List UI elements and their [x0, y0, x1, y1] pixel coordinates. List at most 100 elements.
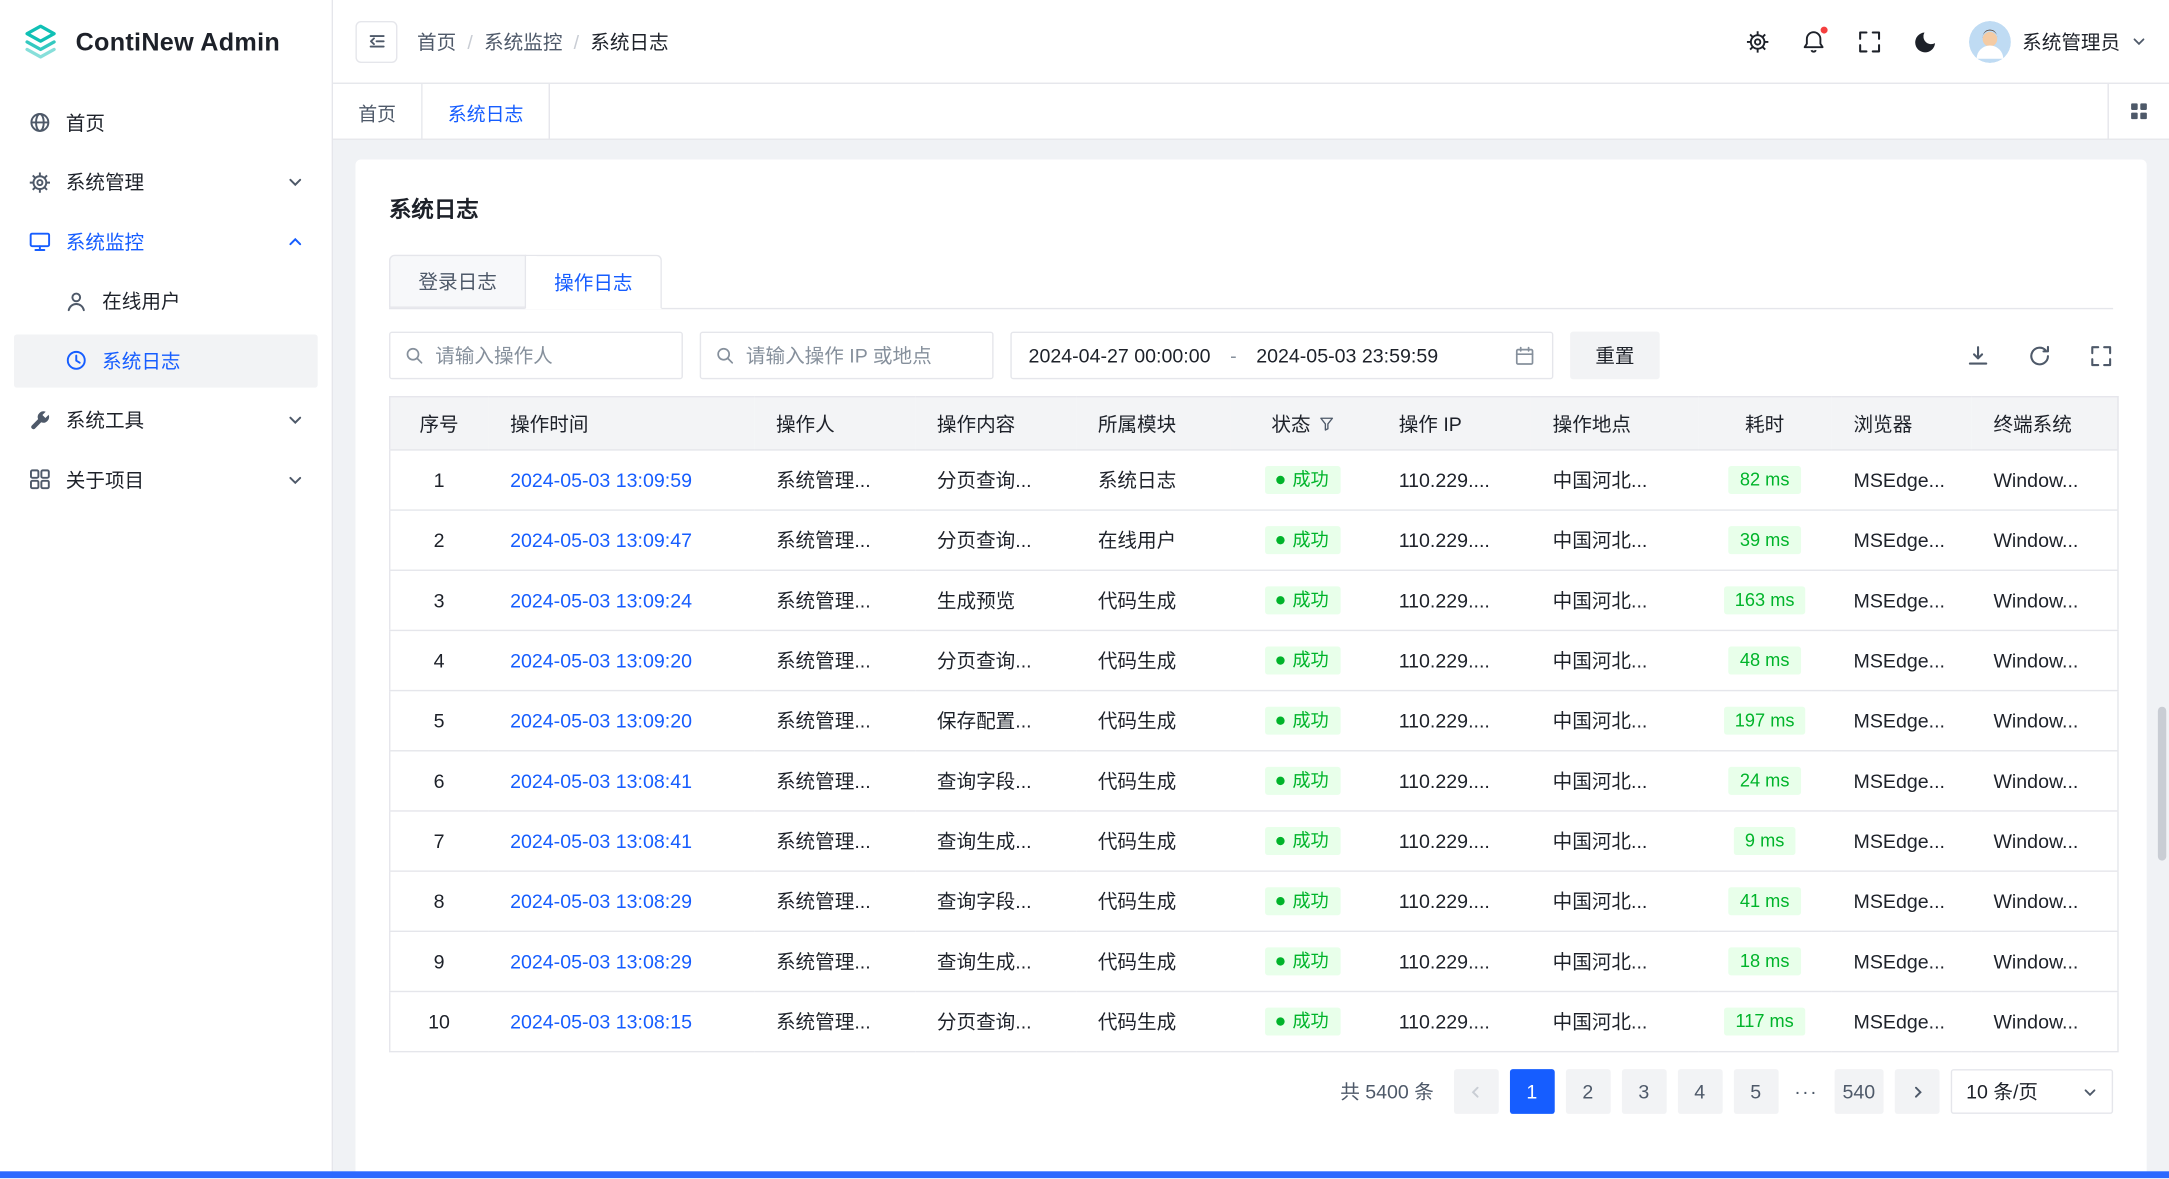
duration-badge: 48 ms — [1729, 646, 1801, 675]
notification-dot — [1819, 24, 1829, 34]
time-link[interactable]: 2024-05-03 13:08:29 — [510, 890, 692, 912]
cell-browser: MSEdge... — [1831, 811, 1971, 871]
pagination-page-3[interactable]: 3 — [1621, 1069, 1666, 1114]
pagination-ellipsis[interactable]: ··· — [1789, 1080, 1823, 1102]
topbar: 首页 / 系统监控 / 系统日志 — [333, 0, 2169, 84]
time-link[interactable]: 2024-05-03 13:09:20 — [510, 649, 692, 671]
cell-browser: MSEdge... — [1831, 450, 1971, 510]
table-row: 7 2024-05-03 13:08:41 系统管理... 查询生成... 代码… — [390, 811, 2118, 871]
filter-funnel-icon[interactable] — [1318, 415, 1335, 432]
apps-icon — [28, 467, 52, 491]
operator-search-input[interactable] — [435, 344, 667, 366]
cell-status: 成功 — [1229, 871, 1376, 931]
tab-operation-logs[interactable]: 操作日志 — [525, 255, 662, 310]
filter-bar: 2024-04-27 00:00:00 - 2024-05-03 23:59:5… — [389, 332, 2113, 380]
duration-badge: 18 ms — [1729, 947, 1801, 976]
status-dot-icon — [1277, 777, 1285, 785]
breadcrumb-item-monitor[interactable]: 系统监控 — [484, 27, 562, 55]
page-tab-home[interactable]: 首页 — [333, 84, 423, 139]
scrollbar-thumb[interactable] — [2158, 707, 2166, 861]
status-dot-icon — [1277, 837, 1285, 845]
time-link[interactable]: 2024-05-03 13:09:47 — [510, 529, 692, 551]
sidebar-item-system-tools[interactable]: 系统工具 — [14, 393, 318, 446]
duration-badge: 82 ms — [1729, 466, 1801, 495]
chevron-down-icon — [287, 411, 304, 428]
duration-badge: 9 ms — [1734, 827, 1796, 856]
cell-operator: 系统管理... — [754, 570, 915, 630]
time-link[interactable]: 2024-05-03 13:08:41 — [510, 770, 692, 792]
time-link[interactable]: 2024-05-03 13:08:15 — [510, 1010, 692, 1032]
fullscreen-icon[interactable] — [1857, 29, 1882, 54]
cell-time: 2024-05-03 13:09:20 — [488, 691, 754, 751]
notifications-bell-icon[interactable] — [1801, 29, 1826, 54]
monitor-icon — [28, 230, 52, 254]
ip-search-input[interactable] — [746, 344, 978, 366]
col-operator: 操作人 — [754, 397, 915, 450]
breadcrumb-item-home[interactable]: 首页 — [417, 27, 456, 55]
cell-ip: 110.229.... — [1376, 570, 1530, 630]
cell-os: Window... — [1971, 691, 2118, 751]
expand-icon[interactable] — [2089, 344, 2113, 368]
cell-browser: MSEdge... — [1831, 691, 1971, 751]
cell-index: 6 — [390, 751, 488, 811]
col-content: 操作内容 — [915, 397, 1076, 450]
sidebar-item-about-project[interactable]: 关于项目 — [14, 453, 318, 506]
col-ip: 操作 IP — [1376, 397, 1530, 450]
refresh-icon[interactable] — [2028, 344, 2052, 368]
operator-search-field[interactable] — [389, 332, 683, 380]
pagination-prev-button[interactable] — [1453, 1069, 1498, 1114]
cell-os: Window... — [1971, 871, 2118, 931]
user-menu[interactable]: 系统管理员 — [1969, 20, 2147, 62]
col-module: 所属模块 — [1075, 397, 1229, 450]
page-size-value: 10 条/页 — [1966, 1078, 2038, 1106]
cell-status: 成功 — [1229, 450, 1376, 510]
tab-login-logs[interactable]: 登录日志 — [389, 255, 526, 308]
col-index: 序号 — [390, 397, 488, 450]
cell-time: 2024-05-03 13:09:47 — [488, 510, 754, 570]
table-row: 3 2024-05-03 13:09:24 系统管理... 生成预览 代码生成 … — [390, 570, 2118, 630]
sidebar-item-system-logs[interactable]: 系统日志 — [14, 334, 318, 387]
cell-ip: 110.229.... — [1376, 691, 1530, 751]
cell-operator: 系统管理... — [754, 630, 915, 690]
download-icon[interactable] — [1966, 344, 1990, 368]
cell-duration: 48 ms — [1698, 630, 1831, 690]
status-badge: 成功 — [1266, 706, 1340, 735]
cell-operator: 系统管理... — [754, 871, 915, 931]
page-tab-system-logs[interactable]: 系统日志 — [423, 84, 550, 139]
sidebar-collapse-button[interactable] — [355, 20, 397, 62]
main-area: 首页 / 系统监控 / 系统日志 — [333, 0, 2169, 1178]
reset-button[interactable]: 重置 — [1570, 332, 1660, 380]
time-link[interactable]: 2024-05-03 13:09:24 — [510, 589, 692, 611]
cell-index: 9 — [390, 931, 488, 991]
logo[interactable]: ContiNew Admin — [0, 0, 332, 84]
cell-module: 代码生成 — [1075, 991, 1229, 1051]
pagination-page-2[interactable]: 2 — [1565, 1069, 1610, 1114]
cell-index: 8 — [390, 871, 488, 931]
bottom-accent-bar — [0, 1171, 2169, 1178]
ip-search-field[interactable] — [700, 332, 994, 380]
pagination-page-1[interactable]: 1 — [1509, 1069, 1554, 1114]
status-badge: 成功 — [1266, 1007, 1340, 1036]
cell-operator: 系统管理... — [754, 751, 915, 811]
date-range-picker[interactable]: 2024-04-27 00:00:00 - 2024-05-03 23:59:5… — [1010, 332, 1553, 380]
sidebar-item-label: 系统日志 — [102, 346, 180, 374]
time-link[interactable]: 2024-05-03 13:09:59 — [510, 469, 692, 491]
pagination-page-last[interactable]: 540 — [1834, 1069, 1883, 1114]
dark-mode-moon-icon[interactable] — [1913, 29, 1938, 54]
page-size-select[interactable]: 10 条/页 — [1951, 1069, 2113, 1114]
sidebar-item-system-monitor[interactable]: 系统监控 — [14, 215, 318, 268]
sidebar-item-home[interactable]: 首页 — [14, 96, 318, 149]
settings-icon[interactable] — [1745, 29, 1770, 54]
sidebar-item-system-management[interactable]: 系统管理 — [14, 155, 318, 208]
pagination-page-4[interactable]: 4 — [1677, 1069, 1722, 1114]
sidebar-item-online-users[interactable]: 在线用户 — [14, 274, 318, 327]
cell-operator: 系统管理... — [754, 450, 915, 510]
cell-os: Window... — [1971, 811, 2118, 871]
tab-actions-button[interactable] — [2107, 84, 2169, 139]
cell-browser: MSEdge... — [1831, 570, 1971, 630]
time-link[interactable]: 2024-05-03 13:09:20 — [510, 709, 692, 731]
time-link[interactable]: 2024-05-03 13:08:41 — [510, 830, 692, 852]
time-link[interactable]: 2024-05-03 13:08:29 — [510, 950, 692, 972]
pagination-next-button[interactable] — [1895, 1069, 1940, 1114]
pagination-page-5[interactable]: 5 — [1733, 1069, 1778, 1114]
